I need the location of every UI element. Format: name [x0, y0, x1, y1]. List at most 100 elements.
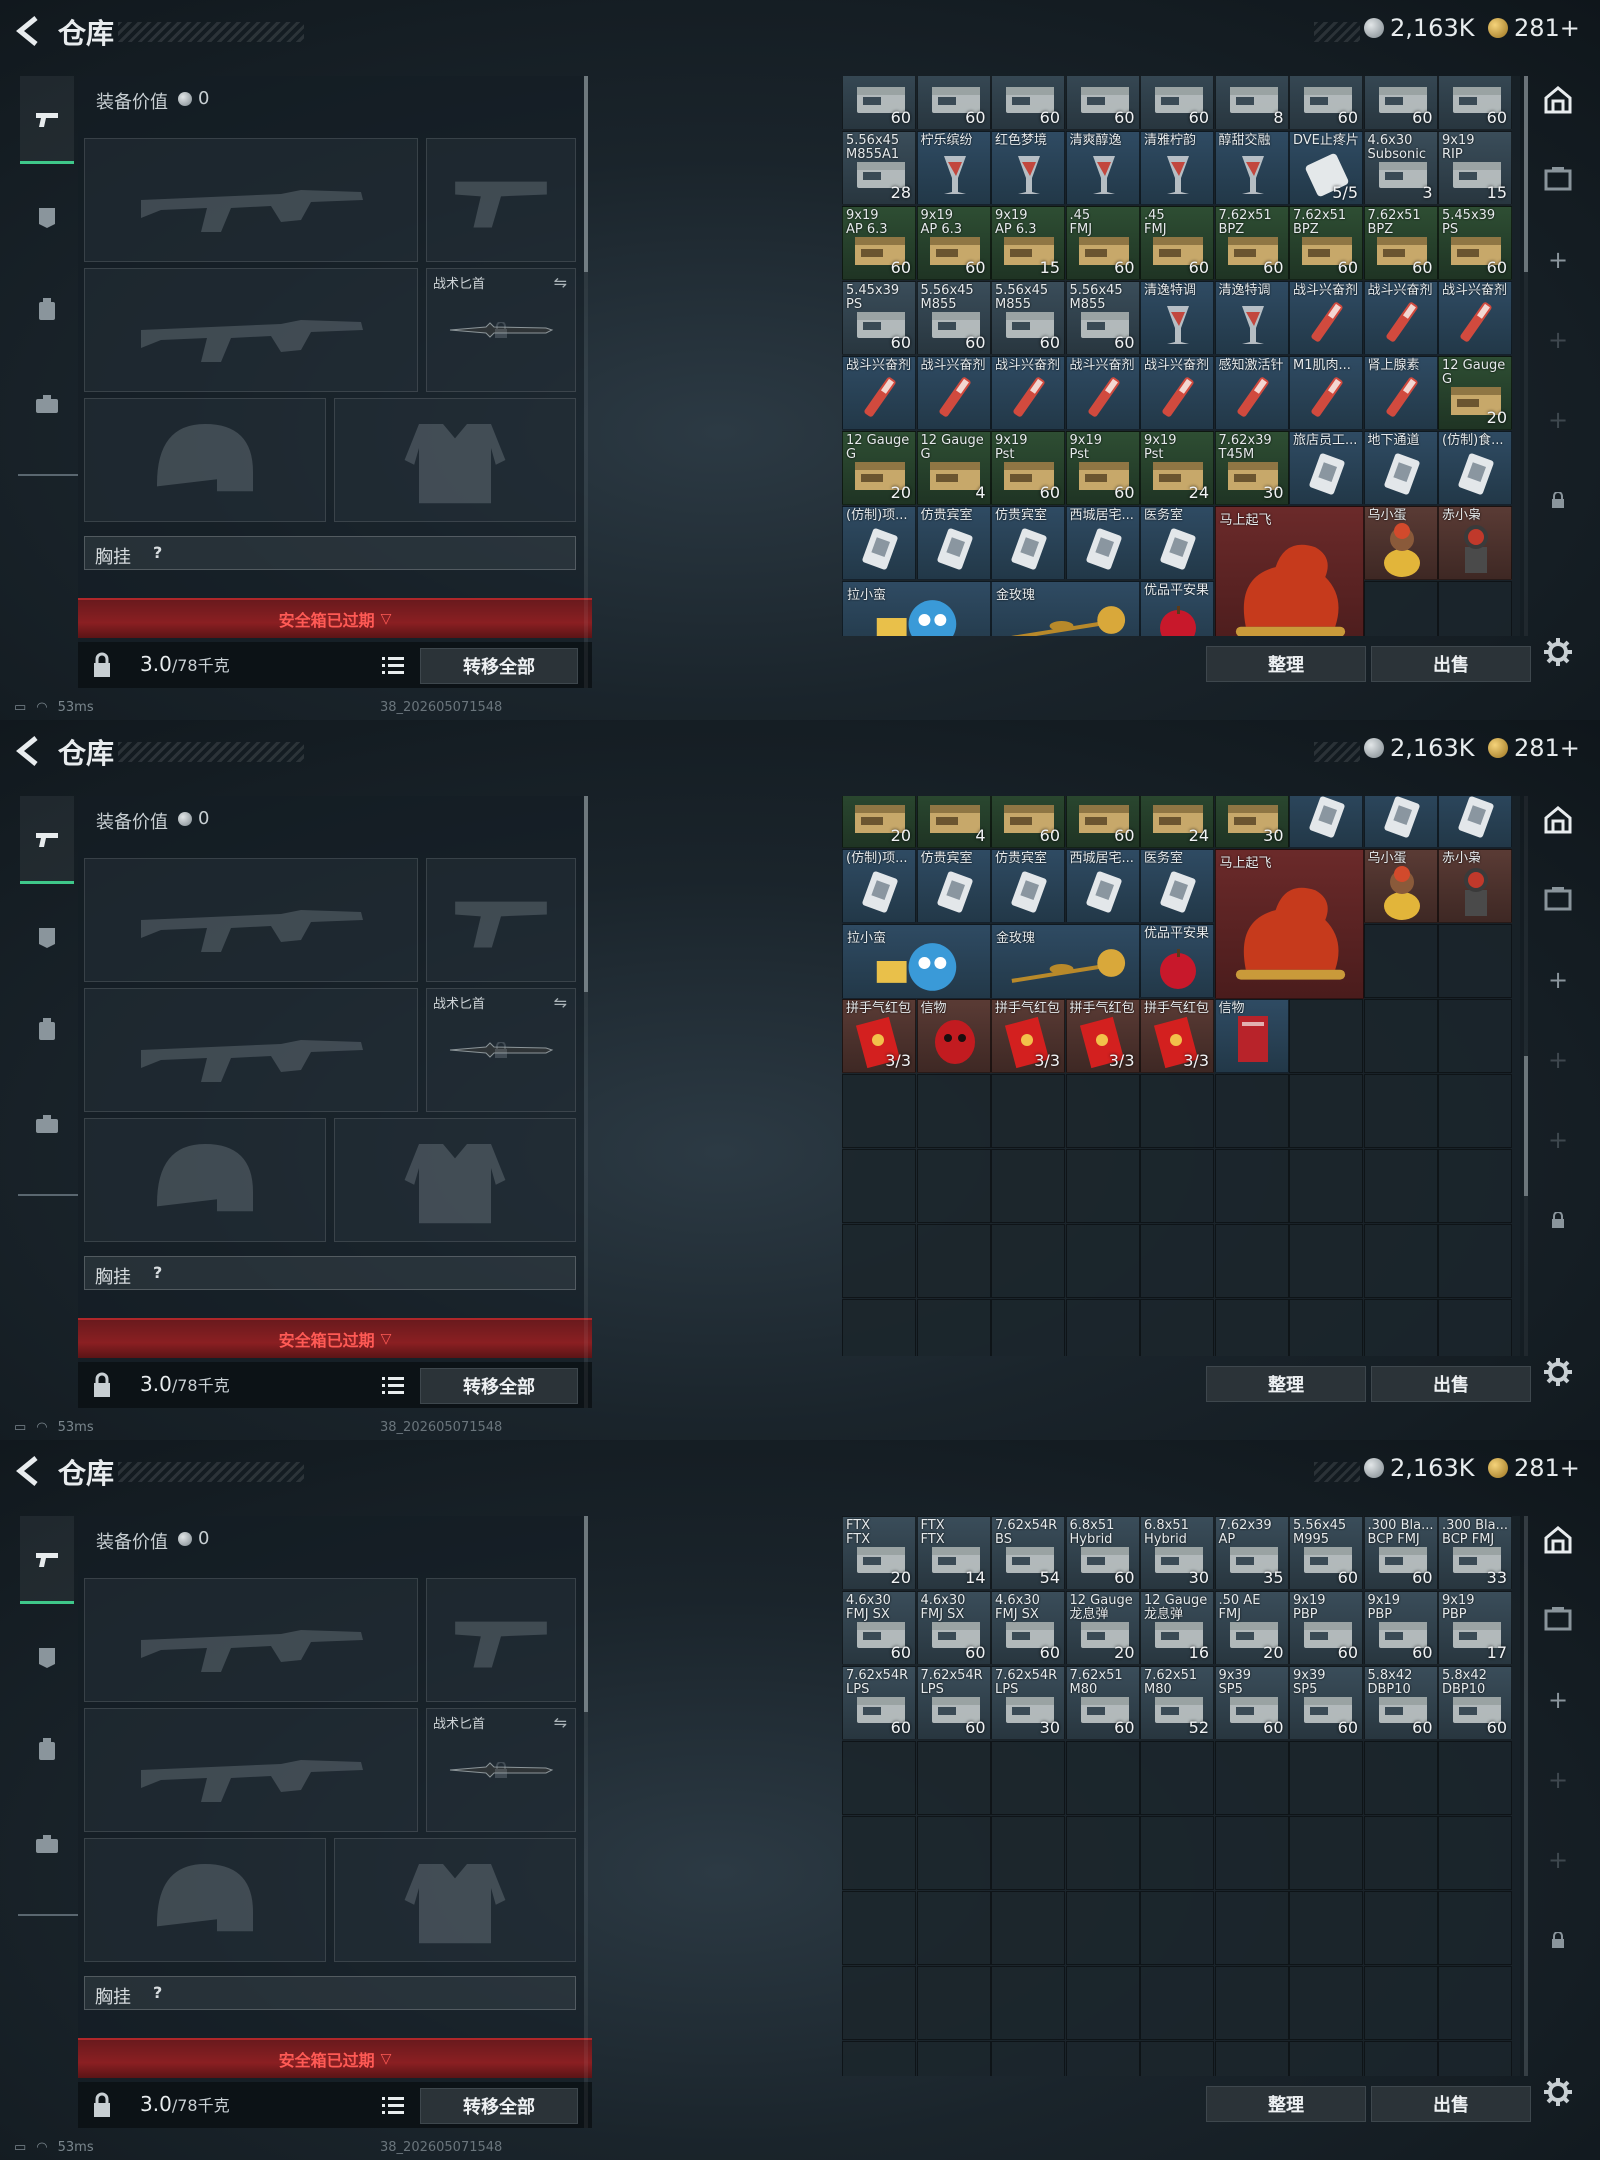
inventory-item[interactable]: 9x19 AP 6.3 60	[842, 206, 916, 280]
empty-slot[interactable]	[1214, 1299, 1289, 1356]
list-button[interactable]	[378, 1370, 408, 1400]
empty-slot[interactable]	[916, 1224, 991, 1298]
inventory-scrollbar[interactable]	[1524, 76, 1528, 636]
helmet-slot[interactable]	[84, 398, 326, 522]
safe-box-expired-banner[interactable]: 安全箱已过期 ▽	[78, 2038, 592, 2078]
empty-slot[interactable]	[1438, 1741, 1512, 1815]
inventory-item[interactable]: M855A160	[1363, 76, 1438, 130]
inventory-item[interactable]: 醇甜交融	[1214, 131, 1289, 205]
empty-slot[interactable]	[1065, 1149, 1140, 1223]
empty-slot[interactable]	[1140, 1074, 1214, 1148]
helmet-slot[interactable]	[84, 1838, 326, 1962]
empty-slot[interactable]	[842, 1966, 916, 2040]
empty-slot[interactable]	[842, 1149, 916, 1223]
inventory-item-large[interactable]: 马上起飞	[1214, 506, 1364, 636]
nav-weapons[interactable]	[20, 76, 74, 164]
warehouse-icon[interactable]	[1540, 802, 1576, 838]
warehouse-icon[interactable]	[1540, 1522, 1576, 1558]
nav-backpack[interactable]	[20, 266, 74, 354]
empty-slot[interactable]	[1289, 2041, 1363, 2076]
empty-slot[interactable]	[842, 1741, 916, 1815]
back-button[interactable]	[14, 734, 44, 768]
primary-weapon-slot[interactable]	[84, 138, 418, 262]
inventory-item[interactable]: 6.8x51 Hybrid 60	[1065, 1516, 1140, 1590]
transfer-all-button[interactable]: 转移全部	[420, 1368, 578, 1404]
inventory-item[interactable]: 12 Gauge 龙息弹 16	[1140, 1591, 1214, 1665]
inventory-item[interactable]: 9x19 Pst 60	[1065, 431, 1140, 505]
empty-slot[interactable]	[1363, 2041, 1438, 2076]
inventory-item[interactable]: BP8	[1214, 76, 1289, 130]
inventory-item[interactable]: 地下通道	[1363, 431, 1438, 505]
inventory-item[interactable]: 7.62x51 M80 60	[1065, 1666, 1140, 1740]
knife-slot[interactable]: 战术匕首 ⇋	[426, 988, 576, 1112]
inventory-item[interactable]: 12 Gauge G 20	[1438, 356, 1512, 430]
inventory-item[interactable]	[1363, 796, 1438, 848]
inventory-item[interactable]: M855A160	[1438, 76, 1512, 130]
inventory-item[interactable]: 拼手气红包 3/3	[842, 999, 916, 1073]
inventory-item-large[interactable]: 金玫瑰	[991, 581, 1140, 636]
empty-slot[interactable]	[1438, 1299, 1512, 1356]
body-armor-slot[interactable]	[334, 1838, 576, 1962]
inventory-item[interactable]: 9x39 SP5 60	[1214, 1666, 1289, 1740]
inventory-item[interactable]: 仿贵宾室	[991, 849, 1065, 923]
equipment-scroll-thumb[interactable]	[584, 76, 588, 272]
add-icon[interactable]: +	[1540, 1682, 1576, 1718]
empty-slot[interactable]	[1363, 1224, 1438, 1298]
inventory-item[interactable]: 12 Gauge G 4	[916, 431, 991, 505]
empty-slot[interactable]	[1065, 1299, 1140, 1356]
inventory-item[interactable]: 7.62x39 T45M 30	[1214, 431, 1289, 505]
empty-slot[interactable]	[1363, 999, 1438, 1073]
inventory-scroll-thumb[interactable]	[1524, 76, 1528, 272]
inventory-item[interactable]: 6.8x51 Hybrid 30	[1140, 1516, 1214, 1590]
empty-slot[interactable]	[991, 2041, 1065, 2076]
gear-icon[interactable]	[1542, 1356, 1574, 1388]
empty-slot[interactable]	[1214, 1816, 1289, 1890]
empty-slot[interactable]	[1065, 2041, 1140, 2076]
inventory-item[interactable]: 拼手气红包 3/3	[991, 999, 1065, 1073]
empty-slot[interactable]	[1363, 581, 1438, 636]
add-icon[interactable]: +	[1540, 242, 1576, 278]
list-button[interactable]	[378, 2090, 408, 2120]
inventory-item[interactable]: 7.62x54R BS 54	[991, 1516, 1065, 1590]
empty-slot[interactable]	[1140, 2041, 1214, 2076]
inventory-item[interactable]: 红色梦境	[991, 131, 1065, 205]
inventory-item[interactable]: .45 FMJ 60	[1140, 206, 1214, 280]
inventory-item-large[interactable]: 马上起飞	[1214, 849, 1364, 999]
empty-slot[interactable]	[1289, 1074, 1363, 1148]
empty-slot[interactable]	[1289, 1816, 1363, 1890]
inventory-item[interactable]: 9x19 PBP 17	[1438, 1591, 1512, 1665]
inventory-item[interactable]: 9x19 AP 6.3 15	[991, 206, 1065, 280]
inventory-item[interactable]: 清逸特调	[1140, 281, 1214, 355]
empty-slot[interactable]	[1065, 1224, 1140, 1298]
inventory-item[interactable]: 7.62x51 M80 52	[1140, 1666, 1214, 1740]
empty-slot[interactable]	[1140, 1741, 1214, 1815]
inventory-item[interactable]: 拼手气红包 3/3	[1140, 999, 1214, 1073]
empty-slot[interactable]	[1065, 1816, 1140, 1890]
add-icon[interactable]: +	[1540, 1842, 1576, 1878]
empty-slot[interactable]	[842, 1074, 916, 1148]
inventory-item[interactable]: 信物	[1214, 999, 1289, 1073]
inventory-item[interactable]: 4.6x30 FMJ SX 60	[991, 1591, 1065, 1665]
sell-button[interactable]: 出售	[1371, 2086, 1531, 2122]
empty-slot[interactable]	[916, 1966, 991, 2040]
primary-weapon-slot[interactable]	[84, 858, 418, 982]
body-armor-slot[interactable]	[334, 1118, 576, 1242]
inventory-item[interactable]: M1肌肉...	[1289, 356, 1363, 430]
inventory-item[interactable]: 5.8x42 DBP10 60	[1363, 1666, 1438, 1740]
inventory-item[interactable]: 肾上腺素	[1363, 356, 1438, 430]
pistol-slot[interactable]	[426, 858, 576, 982]
inventory-item[interactable]: 9x19 PBP 60	[1289, 1591, 1363, 1665]
empty-slot[interactable]	[1065, 1741, 1140, 1815]
inventory-item[interactable]: 7.62x54R LPS 60	[842, 1666, 916, 1740]
inventory-item[interactable]: 仿贵宾室	[916, 506, 991, 580]
empty-slot[interactable]	[1289, 1891, 1363, 1965]
empty-slot[interactable]	[916, 1741, 991, 1815]
empty-slot[interactable]	[842, 1224, 916, 1298]
inventory-item[interactable]: 仿贵宾室	[916, 849, 991, 923]
empty-slot[interactable]	[916, 2041, 991, 2076]
empty-slot[interactable]	[1289, 1966, 1363, 2040]
empty-slot[interactable]	[1438, 581, 1512, 636]
inventory-item[interactable]: 优品平安果	[1140, 924, 1214, 998]
add-icon[interactable]: +	[1540, 322, 1576, 358]
empty-slot[interactable]	[1140, 1891, 1214, 1965]
